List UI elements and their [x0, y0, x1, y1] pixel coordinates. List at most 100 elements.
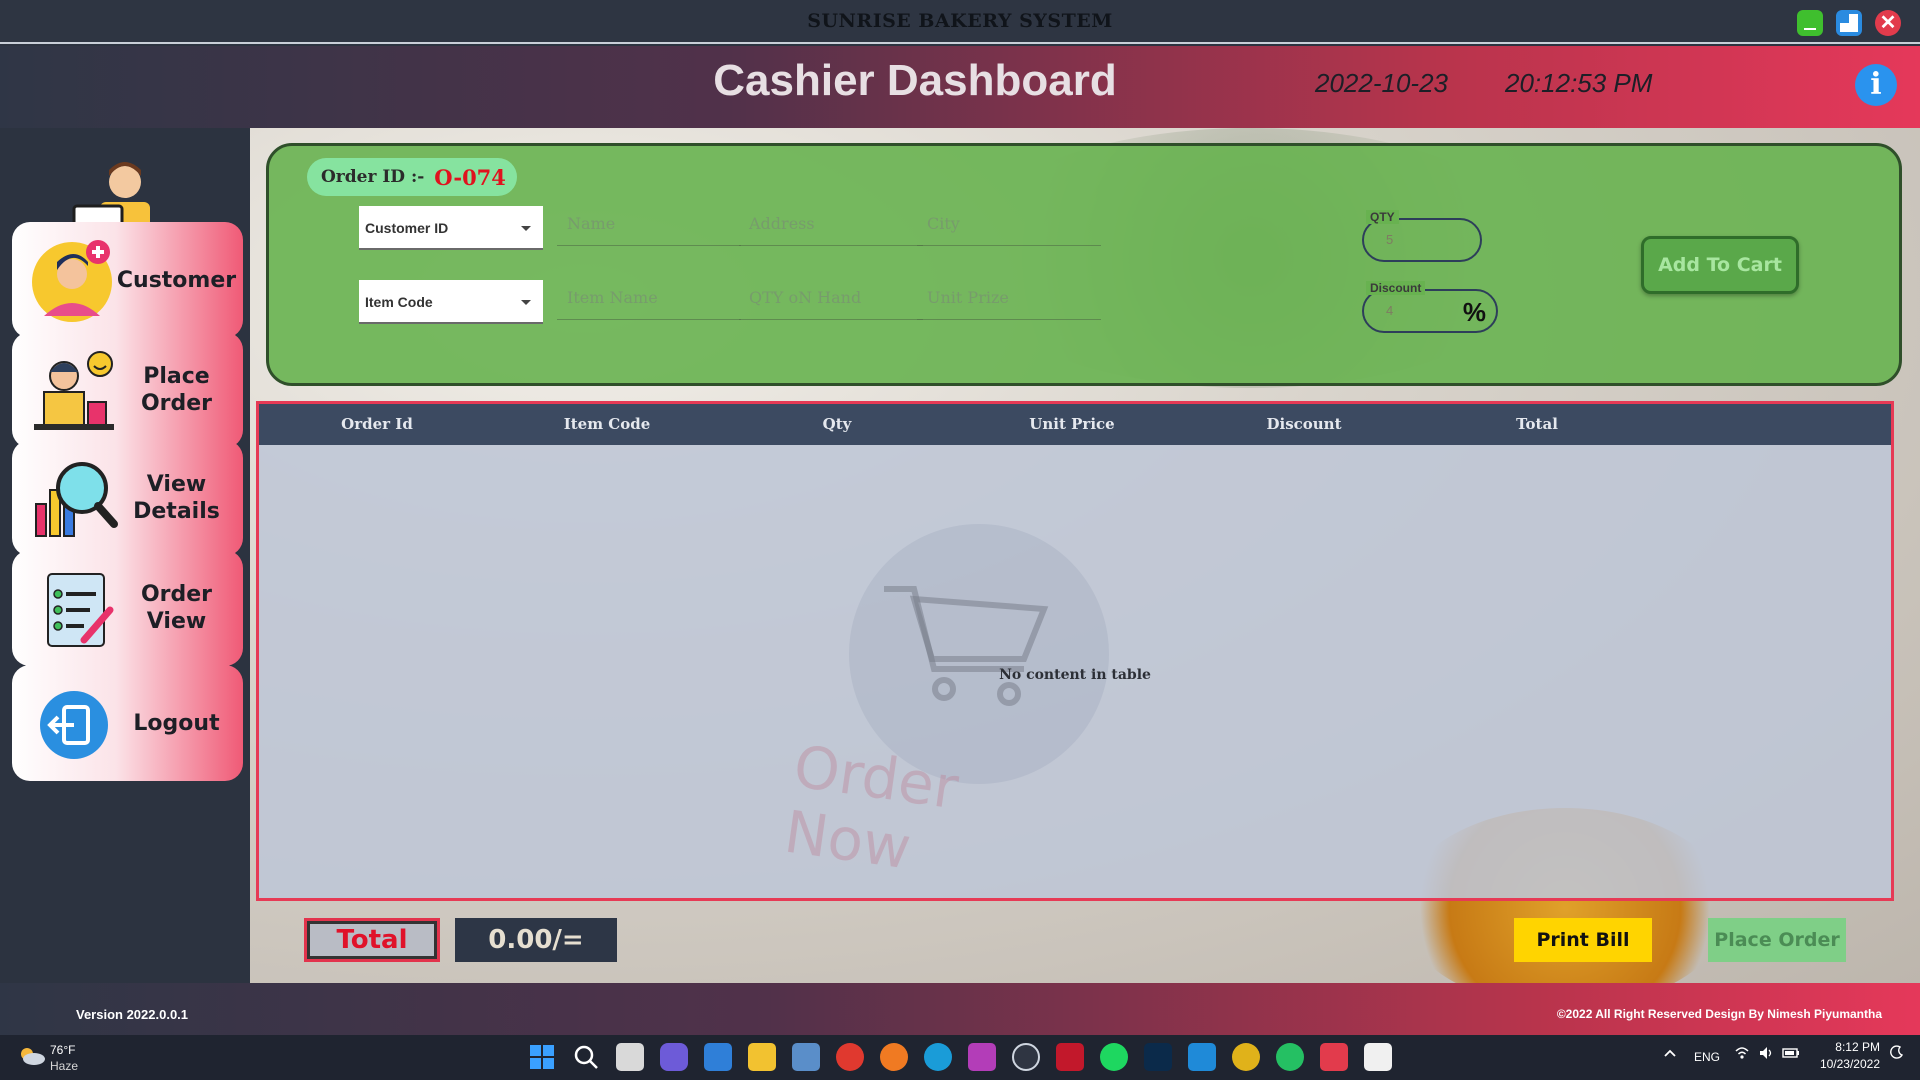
discount-value: 4 — [1386, 303, 1394, 318]
order-form-panel: Order ID :- O-074 Customer ID Name Addre… — [266, 143, 1902, 386]
sidebar-item-label: Logout — [133, 710, 220, 736]
app-footer: Version 2022.0.0.1 ©2022 All Right Reser… — [0, 983, 1920, 1035]
qty-value: 5 — [1386, 232, 1394, 247]
firefox-icon[interactable] — [880, 1043, 908, 1071]
qty-label: QTY — [1366, 210, 1399, 224]
order-id-value: O-074 — [434, 164, 506, 190]
item-code-combo[interactable]: Item Code — [359, 280, 543, 324]
sidebar-item-label: Order View — [140, 582, 213, 634]
app-icon-yellow[interactable] — [1232, 1043, 1260, 1071]
order-now-watermark: Order Now — [780, 732, 963, 883]
current-time: 20:12:53 PM — [1505, 68, 1653, 98]
place-order-icon — [34, 351, 114, 430]
edge-icon[interactable] — [924, 1043, 952, 1071]
sidebar-item-order-view[interactable]: Order View — [12, 550, 243, 666]
customer-name-field[interactable]: Name — [557, 202, 741, 246]
column-header-discount[interactable]: Discount — [1234, 404, 1374, 445]
sidebar-item-place-order[interactable]: Place Order — [12, 332, 243, 448]
search-icon[interactable] — [572, 1043, 600, 1071]
customer-city-field[interactable]: City — [917, 202, 1101, 246]
chevron-down-icon — [521, 226, 531, 231]
customer-address-field[interactable]: Address — [739, 202, 923, 246]
sidebar-item-label: View Details — [133, 472, 220, 524]
minimize-button[interactable] — [1797, 10, 1823, 36]
os-taskbar: 76°F Haze ENG 8:12 PM 10/23/2022 — [0, 1035, 1920, 1080]
main-content: Order ID :- O-074 Customer ID Name Addre… — [250, 128, 1920, 983]
order-id-badge: Order ID :- O-074 — [307, 158, 517, 196]
dashboard-header: Cashier Dashboard 2022-10-23 20:12:53 PM… — [0, 46, 1920, 128]
sidebar-item-customer[interactable]: Customer — [12, 222, 243, 338]
print-bill-button[interactable]: Print Bill — [1514, 918, 1652, 962]
item-name-field[interactable]: Item Name — [557, 276, 741, 320]
speedometer-icon[interactable] — [1012, 1043, 1040, 1071]
notification-icon[interactable] — [1888, 1045, 1904, 1079]
sidebar-item-label: Place Order — [140, 364, 213, 416]
intellij-icon[interactable] — [968, 1043, 996, 1071]
empty-table-message: No content in table — [999, 667, 1151, 683]
chrome-icon[interactable] — [836, 1043, 864, 1071]
table-header: Order Id Item Code Qty Unit Price Discou… — [259, 404, 1891, 445]
qty-input[interactable]: QTY 5 — [1362, 210, 1482, 262]
add-to-cart-button[interactable]: Add To Cart — [1641, 236, 1799, 294]
discount-input[interactable]: Discount 4 % — [1362, 281, 1498, 333]
spotify-icon[interactable] — [1100, 1043, 1128, 1071]
close-button[interactable]: ✕ — [1875, 10, 1901, 36]
bakery-app-icon[interactable] — [1320, 1043, 1348, 1071]
photos-icon[interactable] — [792, 1043, 820, 1071]
discount-label: Discount — [1366, 281, 1426, 295]
place-order-button[interactable]: Place Order — [1708, 918, 1846, 962]
sidebar-item-label: Customer — [116, 267, 237, 293]
weather-condition: Haze — [50, 1059, 79, 1073]
sidebar-item-view-details[interactable]: View Details — [12, 440, 243, 556]
column-header-qty[interactable]: Qty — [767, 404, 907, 445]
page-title: Cashier Dashboard — [713, 56, 1117, 105]
current-date: 2022-10-23 — [1315, 68, 1448, 98]
order-view-icon — [47, 573, 114, 647]
mail-icon[interactable] — [704, 1043, 732, 1071]
customer-id-combo[interactable]: Customer ID — [359, 206, 543, 250]
item-code-combo-text: Item Code — [365, 294, 433, 310]
photoshop-icon[interactable] — [1144, 1043, 1172, 1071]
maximize-button[interactable] — [1836, 10, 1862, 36]
task-view-icon[interactable] — [616, 1043, 644, 1071]
window-titlebar: SUNRISE BAKERY SYSTEM ✕ — [0, 0, 1920, 44]
copyright-text: ©2022 All Right Reserved Design By Nimes… — [1556, 1007, 1882, 1021]
volume-icon[interactable] — [1758, 1045, 1774, 1079]
app-icon-red[interactable] — [1056, 1043, 1084, 1071]
percent-sign: % — [1462, 297, 1486, 327]
windows-start-icon[interactable] — [528, 1043, 556, 1071]
sidebar-item-logout[interactable]: Logout — [12, 665, 243, 781]
column-header-order-id[interactable]: Order Id — [307, 404, 447, 445]
file-explorer-icon[interactable] — [748, 1043, 776, 1071]
weather-widget[interactable]: 76°F Haze — [18, 1041, 128, 1075]
order-table: Order Id Item Code Qty Unit Price Discou… — [256, 401, 1894, 901]
chevron-down-icon — [521, 300, 531, 305]
java-icon[interactable] — [1364, 1043, 1392, 1071]
customer-icon — [32, 240, 112, 322]
column-header-item-code[interactable]: Item Code — [537, 404, 677, 445]
column-header-total[interactable]: Total — [1467, 404, 1607, 445]
vscode-icon[interactable] — [1188, 1043, 1216, 1071]
qty-on-hand-field[interactable]: QTY oN Hand — [739, 276, 923, 320]
sidebar: Customer Place Order View Details Order … — [0, 128, 250, 983]
cloud-sun-icon — [21, 1048, 45, 1065]
column-header-unit-price[interactable]: Unit Price — [1002, 404, 1142, 445]
app-title: SUNRISE BAKERY SYSTEM — [807, 10, 1113, 32]
version-text: Version 2022.0.0.1 — [76, 1007, 189, 1022]
total-value: 0.00/= — [455, 918, 617, 962]
customer-id-combo-text: Customer ID — [365, 220, 449, 236]
whatsapp-icon[interactable] — [1276, 1043, 1304, 1071]
tray-overflow-icon[interactable] — [1662, 1045, 1678, 1079]
unit-prize-field[interactable]: Unit Prize — [917, 276, 1101, 320]
battery-icon[interactable] — [1782, 1045, 1800, 1079]
info-button[interactable]: i — [1855, 64, 1897, 106]
shopping-cart-icon — [884, 586, 1049, 706]
taskbar-clock[interactable]: 8:12 PM 10/23/2022 — [1810, 1039, 1880, 1073]
clock-date: 10/23/2022 — [1819, 1057, 1880, 1071]
order-id-label: Order ID :- — [321, 167, 425, 187]
language-indicator[interactable]: ENG — [1694, 1050, 1720, 1080]
teams-chat-icon[interactable] — [660, 1043, 688, 1071]
total-label: Total — [304, 918, 440, 962]
wifi-icon[interactable] — [1734, 1045, 1750, 1079]
logout-icon — [40, 691, 108, 759]
